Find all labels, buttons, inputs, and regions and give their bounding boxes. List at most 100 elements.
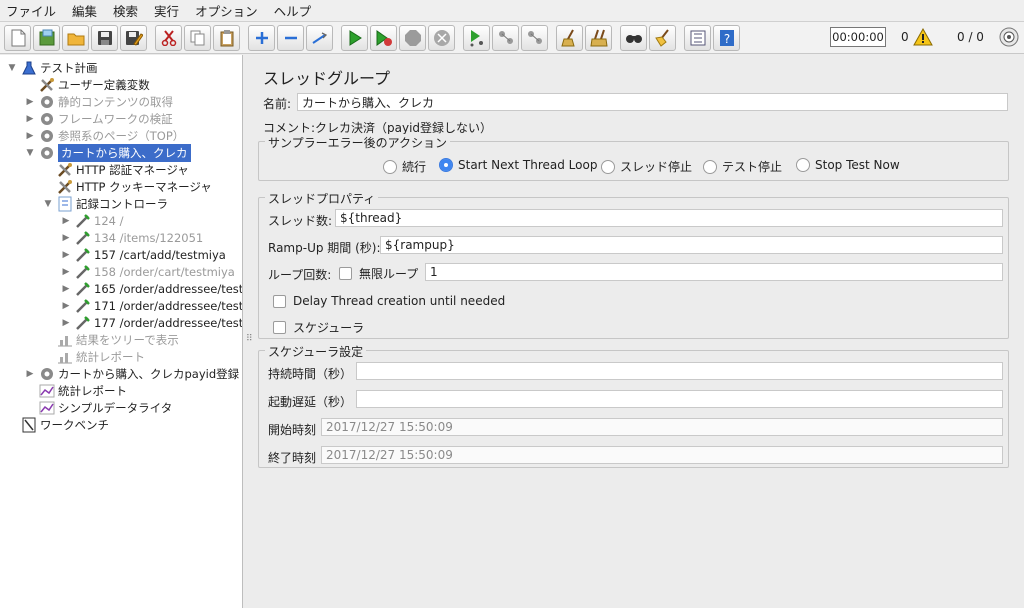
start-time-field[interactable]: 2017/12/27 15:50:09: [321, 418, 1003, 436]
paste-button[interactable]: [213, 24, 240, 51]
sampler-icon: [75, 230, 91, 246]
listener-icon: [57, 332, 73, 348]
tree-node[interactable]: ユーザー定義変数: [24, 76, 150, 93]
tree-node[interactable]: ▶ 134 /items/122051: [60, 229, 204, 246]
menu-run[interactable]: 実行: [154, 1, 179, 20]
clear-all-button[interactable]: [585, 24, 612, 51]
collapse-toggle-icon[interactable]: ▼: [24, 148, 36, 158]
menu-help[interactable]: ヘルプ: [274, 1, 312, 20]
radio-continue[interactable]: 続行: [383, 158, 426, 175]
radio-start-next-loop[interactable]: Start Next Thread Loop: [439, 158, 597, 172]
menu-options[interactable]: オプション: [195, 1, 258, 20]
tree-node[interactable]: ▶ 124 /: [60, 212, 124, 229]
listener-icon: [57, 349, 73, 365]
collapse-button[interactable]: [277, 24, 304, 51]
expand-toggle-icon[interactable]: ▶: [60, 318, 72, 328]
tree-node-label: カートから購入、クレカpayid登録: [58, 366, 240, 381]
tree-node[interactable]: ▼ テスト計画: [6, 59, 98, 76]
collapse-icon: [284, 36, 297, 39]
delay-thread-creation-checkbox[interactable]: Delay Thread creation until needed: [273, 294, 505, 308]
tree-node-label: 統計レポート: [76, 349, 145, 364]
shutdown-button[interactable]: [428, 24, 455, 51]
tree-node[interactable]: ▶ 静的コンテンツの取得: [24, 93, 173, 110]
expand-toggle-icon[interactable]: ▶: [24, 114, 36, 124]
scheduler-checkbox[interactable]: スケジューラ: [273, 319, 364, 336]
expand-toggle-icon[interactable]: ▶: [60, 301, 72, 311]
expand-button[interactable]: [248, 24, 275, 51]
reset-search-button[interactable]: [649, 24, 676, 51]
end-time-field[interactable]: 2017/12/27 15:50:09: [321, 446, 1003, 464]
stop-button[interactable]: [399, 24, 426, 51]
templates-icon: [39, 29, 54, 45]
expand-toggle-icon[interactable]: ▶: [60, 250, 72, 260]
tree-node[interactable]: HTTP 認証マネージャ: [42, 161, 189, 178]
startup-delay-field[interactable]: [356, 390, 1003, 408]
infinite-loop-checkbox[interactable]: 無限ループ: [339, 265, 418, 282]
function-helper-button[interactable]: [684, 24, 711, 51]
save-as-button[interactable]: [120, 24, 147, 51]
expand-toggle-icon[interactable]: ▶: [24, 131, 36, 141]
clear-button[interactable]: [556, 24, 583, 51]
open-button[interactable]: [62, 24, 89, 51]
gear-icon: [39, 145, 55, 161]
radio-stop-thread[interactable]: スレッド停止: [601, 158, 692, 175]
tree-node[interactable]: ▼ カートから購入、クレカ: [24, 143, 191, 162]
warning-icon[interactable]: [913, 28, 933, 46]
collapse-toggle-icon[interactable]: ▼: [42, 199, 54, 209]
tree-node[interactable]: ワークベンチ: [6, 416, 109, 433]
expand-toggle-icon[interactable]: ▶: [60, 216, 72, 226]
tree-node-label: 134 /items/122051: [94, 230, 204, 245]
tree-node[interactable]: ▶ フレームワークの検証: [24, 110, 173, 127]
tree-node[interactable]: ▶ 165 /order/addressee/testm: [60, 280, 242, 297]
expand-toggle-icon[interactable]: ▶: [60, 284, 72, 294]
threads-field[interactable]: ${thread}: [335, 209, 1003, 227]
tree-node[interactable]: シンプルデータライタ: [24, 399, 172, 416]
expand-toggle-icon[interactable]: ▶: [24, 97, 36, 107]
loop-count-field[interactable]: 1: [425, 263, 1003, 281]
expand-toggle-icon[interactable]: ▶: [60, 267, 72, 277]
help-button[interactable]: ?: [713, 24, 740, 51]
tree-node[interactable]: HTTP クッキーマネージャ: [42, 178, 212, 195]
remote-shutdown-button[interactable]: [521, 24, 548, 51]
tree-node[interactable]: 統計レポート: [24, 382, 127, 399]
tree-node[interactable]: ▶ カートから購入、クレカpayid登録: [24, 365, 240, 382]
save-button[interactable]: [91, 24, 118, 51]
radio-circle: [703, 159, 717, 174]
expand-toggle-icon[interactable]: ▶: [24, 369, 36, 379]
tree-node[interactable]: ▶ 177 /order/addressee/testm: [60, 314, 242, 331]
tree-node[interactable]: ▶ 158 /order/cart/testmiya: [60, 263, 235, 280]
cut-button[interactable]: [155, 24, 182, 51]
new-button[interactable]: [4, 24, 31, 51]
thread-group-panel: スレッドグループ 名前: カートから購入、クレカ コメント: クレカ決済（pay…: [252, 55, 1024, 608]
copy-button[interactable]: [184, 24, 211, 51]
search-button[interactable]: [620, 24, 647, 51]
reset-search-icon: [654, 28, 669, 47]
collapse-toggle-icon[interactable]: ▼: [6, 63, 18, 73]
menu-file[interactable]: ファイル: [6, 1, 56, 20]
remote-stop-button[interactable]: [492, 24, 519, 51]
tree-node[interactable]: 統計レポート: [42, 348, 145, 365]
remote-start-button[interactable]: [463, 24, 490, 51]
radio-stop-test[interactable]: テスト停止: [703, 158, 782, 175]
toggle-button[interactable]: [306, 24, 333, 51]
tree-node[interactable]: ▶ 157 /cart/add/testmiya: [60, 246, 226, 263]
tree-node[interactable]: 結果をツリーで表示: [42, 331, 179, 348]
start-button[interactable]: [341, 24, 368, 51]
tree-node[interactable]: ▼ 記録コントローラ: [42, 195, 168, 212]
radio-stop-test-now[interactable]: Stop Test Now: [796, 158, 900, 172]
rampup-field[interactable]: ${rampup}: [380, 236, 1003, 254]
test-plan-tree: ▼ テスト計画 ユーザー定義変数 ▶ 静的コンテンツの取得 ▶ フレームワークの検証 ▶ 参照系…: [0, 55, 243, 608]
menu-search[interactable]: 検索: [113, 1, 138, 20]
pane-splitter[interactable]: [243, 55, 252, 608]
duration-field[interactable]: [356, 362, 1003, 380]
start-no-pause-button[interactable]: [370, 24, 397, 51]
templates-button[interactable]: [33, 24, 60, 51]
name-field[interactable]: カートから購入、クレカ: [297, 93, 1008, 111]
tree-node[interactable]: ▶ 171 /order/addressee/testm: [60, 297, 242, 314]
menu-edit[interactable]: 編集: [72, 1, 97, 20]
remote-shutdown-icon: [527, 30, 542, 44]
expand-toggle-icon[interactable]: ▶: [60, 233, 72, 243]
tree-node[interactable]: ▶ 参照系のページ（TOP）: [24, 127, 185, 144]
sampler-icon: [75, 298, 91, 314]
toggle-icon: [311, 31, 327, 44]
